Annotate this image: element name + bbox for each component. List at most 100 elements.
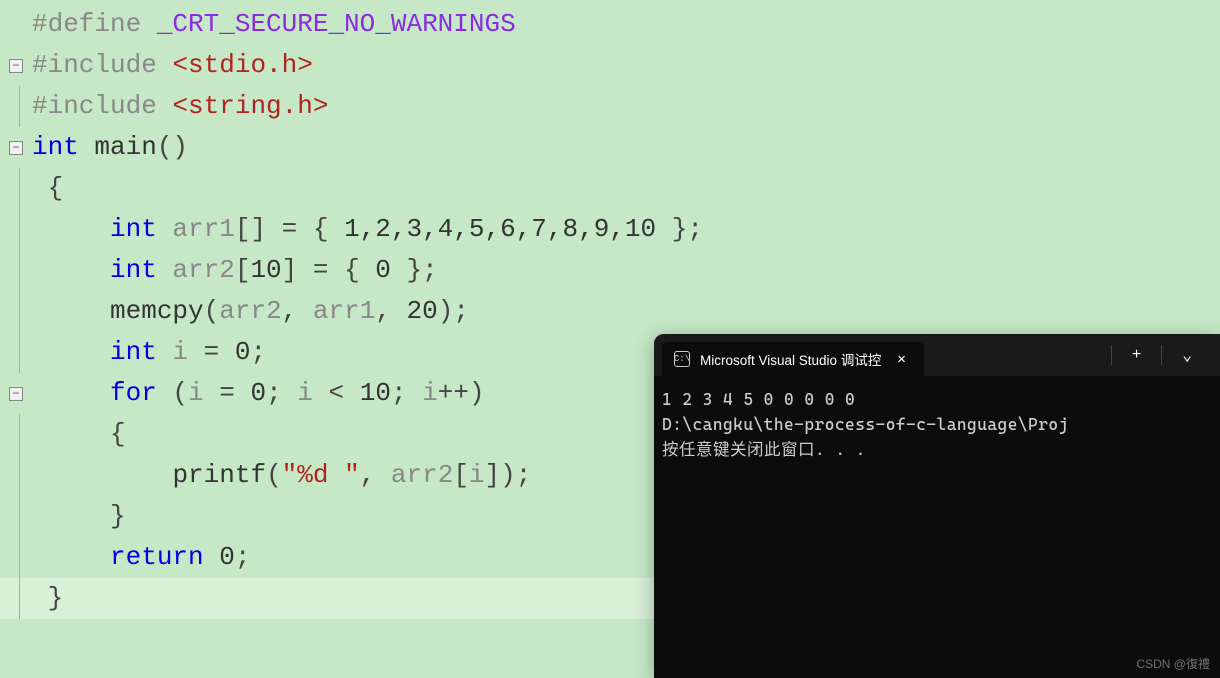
memcpy-close: ); xyxy=(438,296,469,326)
titlebar-actions: + ⌄ xyxy=(1107,341,1212,369)
printf-comma: , xyxy=(360,460,391,490)
terminal-body[interactable]: 1 2 3 4 5 0 0 0 0 0 D:\cangku\the-proces… xyxy=(654,376,1220,474)
kw-int-i: int xyxy=(110,337,157,367)
gutter-13 xyxy=(0,496,32,537)
return-semi: ; xyxy=(235,542,251,572)
main-close-brace: } xyxy=(48,583,64,613)
action-divider xyxy=(1111,345,1112,365)
kw-return: return xyxy=(110,542,204,572)
for-inc: ++) xyxy=(438,378,485,408)
terminal-output-2: D:\cangku\the-process-of-c-language\Proj xyxy=(662,413,1212,438)
gutter-1 xyxy=(0,4,32,45)
i-assign: = xyxy=(188,337,235,367)
var-arr2: arr2 xyxy=(157,255,235,285)
fold-toggle-10[interactable]: − xyxy=(0,373,32,414)
memcpy-arg3: 20 xyxy=(407,296,438,326)
new-tab-button[interactable]: + xyxy=(1120,342,1154,368)
arr1-end: }; xyxy=(656,214,703,244)
arr2-init: 0 xyxy=(375,255,391,285)
include-stdio: <stdio.h> xyxy=(172,50,312,80)
code-line-2: − #include <stdio.h> xyxy=(0,45,1220,86)
terminal-tab-title: Microsoft Visual Studio 调试控 xyxy=(700,349,881,369)
gutter-3 xyxy=(0,86,32,127)
terminal-window: C:\ Microsoft Visual Studio 调试控 ✕ + ⌄ 1 … xyxy=(654,334,1220,678)
kw-int: int xyxy=(32,132,79,162)
main-parens: () xyxy=(157,132,188,162)
for-i2: i xyxy=(297,378,313,408)
action-divider-2 xyxy=(1161,345,1162,365)
gutter-9 xyxy=(0,332,32,373)
i-semi: ; xyxy=(250,337,266,367)
memcpy-c1: , xyxy=(282,296,313,326)
fold-toggle-4[interactable]: − xyxy=(0,127,32,168)
gutter-7 xyxy=(0,250,32,291)
gutter-12 xyxy=(0,455,32,496)
memcpy-open: ( xyxy=(204,296,220,326)
kw-for: for xyxy=(110,378,157,408)
terminal-tab[interactable]: C:\ Microsoft Visual Studio 调试控 ✕ xyxy=(662,342,924,376)
memcpy-arg1: arr2 xyxy=(219,296,281,326)
for-s2: ; xyxy=(391,378,422,408)
code-line-5: { xyxy=(0,168,1220,209)
gutter-8 xyxy=(0,291,32,332)
func-printf: printf xyxy=(172,460,266,490)
for-open-brace: { xyxy=(110,419,126,449)
gutter-6 xyxy=(0,209,32,250)
arr1-values: 1,2,3,4,5,6,7,8,9,10 xyxy=(344,214,656,244)
arr2-size: 10 xyxy=(250,255,281,285)
gutter-5 xyxy=(0,168,32,209)
for-i3: i xyxy=(422,378,438,408)
preproc-include: #include xyxy=(32,50,172,80)
open-brace: { xyxy=(48,173,64,203)
code-line-6: int arr1[] = { 1,2,3,4,5,6,7,8,9,10 }; xyxy=(0,209,1220,250)
code-line-7: int arr2[10] = { 0 }; xyxy=(0,250,1220,291)
preproc-define: #define xyxy=(32,9,157,39)
preproc-include-2: #include xyxy=(32,91,172,121)
for-eq: = xyxy=(204,378,251,408)
code-line-8: memcpy(arr2, arr1, 20); xyxy=(0,291,1220,332)
for-s1: ; xyxy=(266,378,297,408)
macro-name: _CRT_SECURE_NO_WARNINGS xyxy=(157,9,516,39)
printf-arr2: arr2 xyxy=(391,460,453,490)
terminal-tab-icon: C:\ xyxy=(674,351,690,367)
printf-close: ); xyxy=(500,460,531,490)
arr2-end: }; xyxy=(391,255,438,285)
printf-open: ( xyxy=(266,460,282,490)
memcpy-arg2: arr1 xyxy=(313,296,375,326)
terminal-titlebar[interactable]: C:\ Microsoft Visual Studio 调试控 ✕ + ⌄ xyxy=(654,334,1220,376)
gutter-15 xyxy=(0,578,32,619)
arr2-bopen: [ xyxy=(235,255,251,285)
var-arr1: arr1 xyxy=(157,214,235,244)
func-main: main xyxy=(79,132,157,162)
dropdown-button[interactable]: ⌄ xyxy=(1170,341,1204,369)
fold-toggle-2[interactable]: − xyxy=(0,45,32,86)
func-memcpy: memcpy xyxy=(110,296,204,326)
tab-close-button[interactable]: ✕ xyxy=(891,349,911,370)
for-i1: i xyxy=(188,378,204,408)
printf-bopen: [ xyxy=(453,460,469,490)
code-line-3: #include <string.h> xyxy=(0,86,1220,127)
printf-fmt: "%d " xyxy=(282,460,360,490)
i-zero: 0 xyxy=(235,337,251,367)
kw-int-arr1: int xyxy=(110,214,157,244)
gutter-14 xyxy=(0,537,32,578)
code-line-1: #define _CRT_SECURE_NO_WARNINGS xyxy=(0,4,1220,45)
include-string: <string.h> xyxy=(172,91,328,121)
terminal-output-3: 按任意键关闭此窗口. . . xyxy=(662,438,1212,463)
printf-idx: i xyxy=(469,460,485,490)
printf-bclose: ] xyxy=(485,460,501,490)
var-i: i xyxy=(157,337,188,367)
gutter-11 xyxy=(0,414,32,455)
kw-int-arr2: int xyxy=(110,255,157,285)
return-val: 0 xyxy=(204,542,235,572)
for-close-brace: } xyxy=(110,501,126,531)
watermark: CSDN @復禮 xyxy=(1136,655,1210,672)
terminal-output-1: 1 2 3 4 5 0 0 0 0 0 xyxy=(662,388,1212,413)
for-zero: 0 xyxy=(250,378,266,408)
for-open: ( xyxy=(157,378,188,408)
arr1-eq: [] = { xyxy=(235,214,344,244)
memcpy-c2: , xyxy=(375,296,406,326)
code-line-4: − int main() xyxy=(0,127,1220,168)
for-lt: < xyxy=(313,378,360,408)
arr2-mid: ] = { xyxy=(282,255,376,285)
